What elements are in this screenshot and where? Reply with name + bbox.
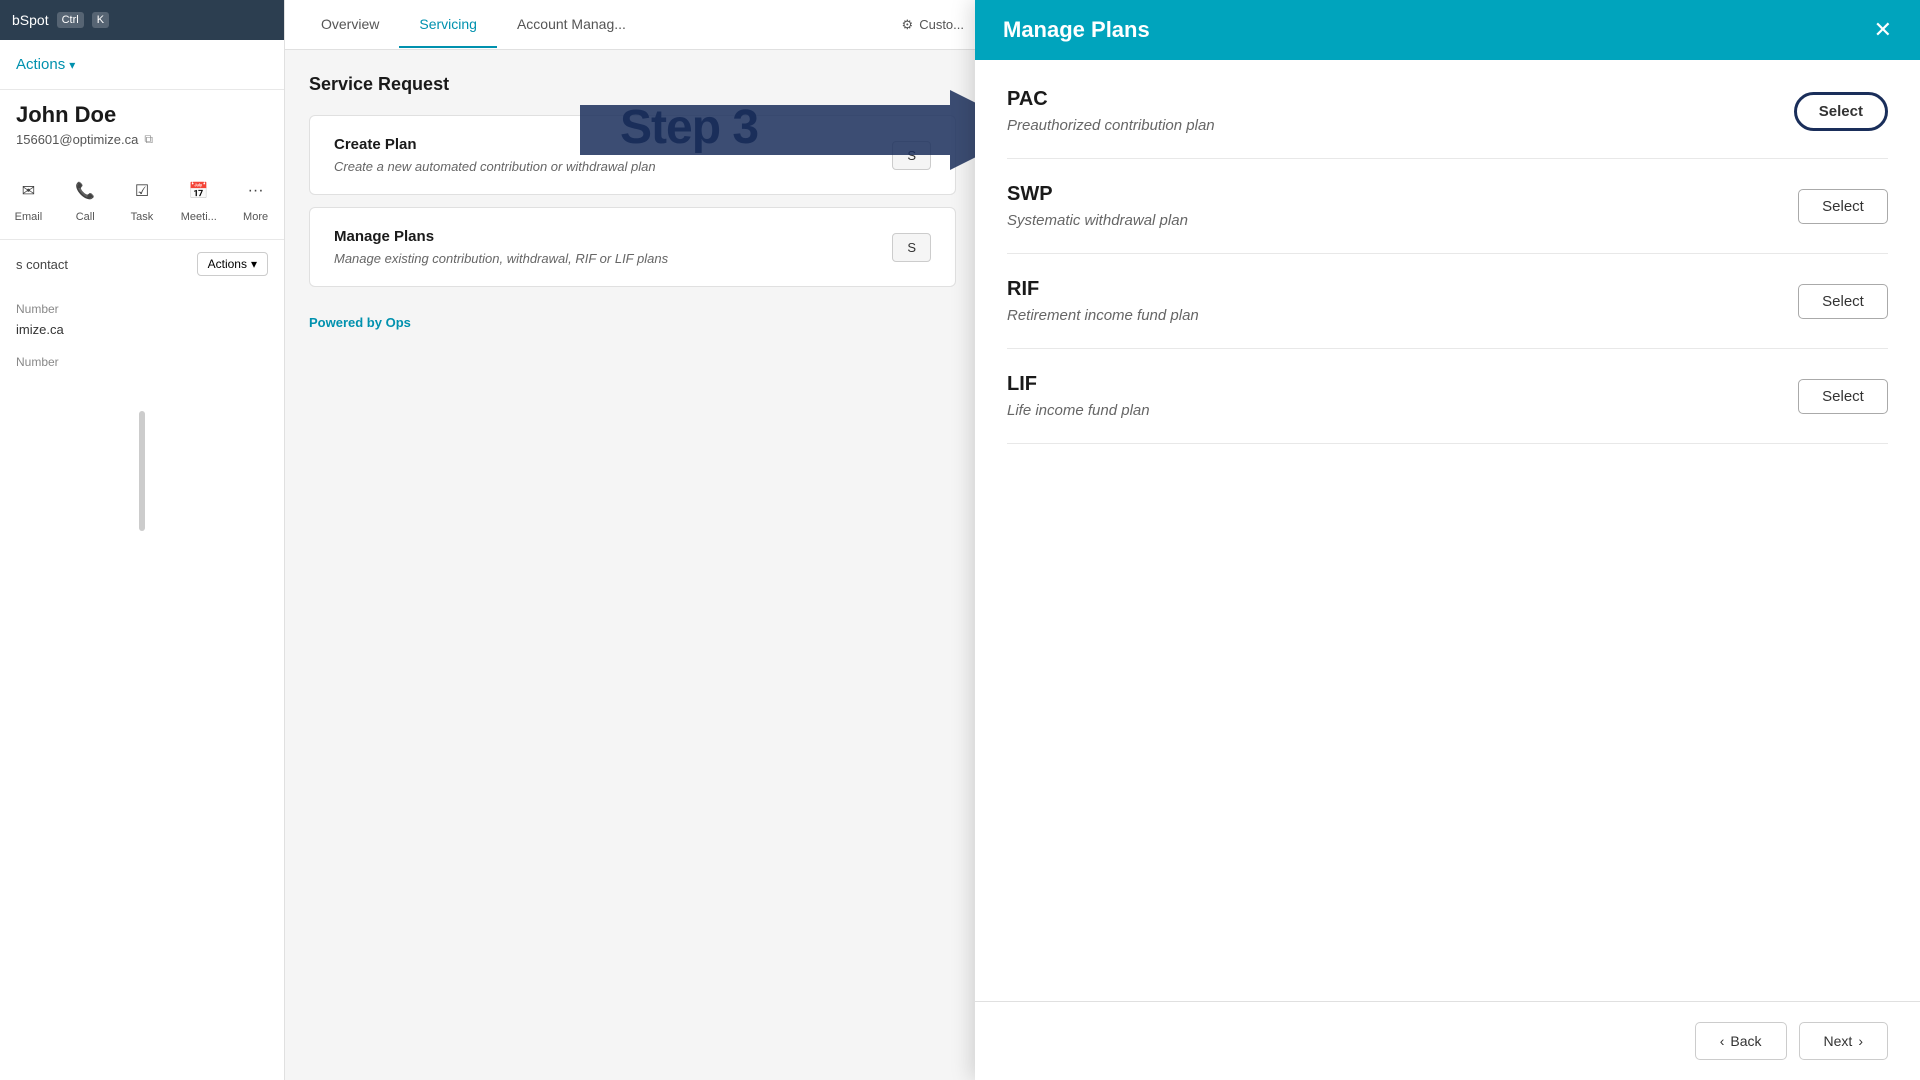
more-action[interactable]: ··· More (227, 167, 284, 231)
number-label: Number (0, 298, 284, 320)
rif-name: RIF (1007, 278, 1199, 301)
pac-select-button[interactable]: Select (1794, 92, 1888, 131)
manage-plans-panel: Manage Plans ✕ PAC Preauthorized contrib… (975, 0, 1920, 1080)
customize-button[interactable]: ⚙ Custo... (902, 17, 964, 33)
pac-name: PAC (1007, 88, 1215, 111)
plan-item-rif: RIF Retirement income fund plan Select (1007, 254, 1888, 349)
tabs-bar: Overview Servicing Account Manag... ⚙ Cu… (285, 0, 980, 50)
tab-account-manager[interactable]: Account Manag... (497, 2, 646, 48)
panel-header: Manage Plans ✕ (975, 0, 1920, 60)
actions-small-button[interactable]: Actions ▾ (197, 252, 268, 276)
email-action[interactable]: ✉ Email (0, 167, 57, 231)
panel-footer: ‹ Back Next › (975, 1001, 1920, 1080)
more-icon: ··· (240, 175, 272, 207)
chevron-right-icon: › (1858, 1033, 1863, 1049)
kbd2: K (92, 12, 109, 28)
actions-button[interactable]: Actions (16, 56, 75, 73)
meeting-action[interactable]: 📅 Meeti... (170, 167, 227, 231)
create-plan-title: Create Plan (334, 136, 656, 153)
close-button[interactable]: ✕ (1874, 19, 1892, 41)
meeting-label: Meeti... (181, 211, 217, 223)
back-label: Back (1730, 1033, 1761, 1049)
create-plan-desc: Create a new automated contribution or w… (334, 159, 656, 174)
lif-desc: Life income fund plan (1007, 402, 1150, 419)
main-content: Overview Servicing Account Manag... ⚙ Cu… (285, 0, 980, 1080)
manage-plans-card: Manage Plans Manage existing contributio… (309, 207, 956, 287)
next-button[interactable]: Next › (1799, 1022, 1888, 1060)
call-label: Call (76, 211, 95, 223)
contact-name: John Doe (0, 90, 284, 132)
swp-desc: Systematic withdrawal plan (1007, 212, 1188, 229)
call-icon: 📞 (69, 175, 101, 207)
scroll-thumb[interactable] (139, 411, 145, 531)
title-bar: bSpot Ctrl K (0, 0, 284, 40)
create-plan-button[interactable]: S (892, 141, 931, 170)
rif-select-button[interactable]: Select (1798, 284, 1888, 319)
powered-by: Powered by Ops (309, 299, 956, 346)
app-name: bSpot (12, 12, 49, 28)
action-icons-bar: ✉ Email 📞 Call ☑ Task 📅 Meeti... ··· Mor… (0, 159, 284, 240)
task-label: Task (131, 211, 154, 223)
swp-select-button[interactable]: Select (1798, 189, 1888, 224)
sidebar-actions-area: Actions (0, 40, 284, 90)
manage-plans-desc: Manage existing contribution, withdrawal… (334, 251, 668, 266)
main-body: Service Request Create Plan Create a new… (285, 50, 980, 370)
plan-rif-info: RIF Retirement income fund plan (1007, 278, 1199, 324)
plan-item-pac: PAC Preauthorized contribution plan Sele… (1007, 88, 1888, 159)
actions-small-label: Actions (208, 257, 247, 271)
tab-servicing[interactable]: Servicing (399, 2, 497, 48)
copy-icon[interactable]: ⧉ (144, 132, 153, 147)
kbd1: Ctrl (57, 12, 84, 28)
email-icon: ✉ (12, 175, 44, 207)
rif-desc: Retirement income fund plan (1007, 307, 1199, 324)
ops-brand: Ops (386, 315, 411, 330)
plan-lif-info: LIF Life income fund plan (1007, 373, 1150, 419)
lif-name: LIF (1007, 373, 1150, 396)
sidebar: bSpot Ctrl K Actions John Doe 156601@opt… (0, 0, 285, 1080)
section-title: Service Request (309, 74, 956, 95)
contact-section: s contact Actions ▾ (0, 240, 284, 298)
manage-plans-title: Manage Plans (334, 228, 668, 245)
panel-title: Manage Plans (1003, 17, 1150, 43)
back-button[interactable]: ‹ Back (1695, 1022, 1787, 1060)
swp-name: SWP (1007, 183, 1188, 206)
chevron-left-icon: ‹ (1720, 1033, 1725, 1049)
manage-plans-button[interactable]: S (892, 233, 931, 262)
gear-icon: ⚙ (902, 17, 914, 33)
create-plan-card-left: Create Plan Create a new automated contr… (334, 136, 656, 174)
plan-item-lif: LIF Life income fund plan Select (1007, 349, 1888, 444)
website: imize.ca (0, 320, 284, 339)
tab-overview[interactable]: Overview (301, 2, 399, 48)
create-plan-card: Create Plan Create a new automated contr… (309, 115, 956, 195)
plan-pac-info: PAC Preauthorized contribution plan (1007, 88, 1215, 134)
task-action[interactable]: ☑ Task (114, 167, 171, 231)
plan-swp-info: SWP Systematic withdrawal plan (1007, 183, 1188, 229)
task-icon: ☑ (126, 175, 158, 207)
contact-section-title: s contact (16, 257, 68, 272)
call-action[interactable]: 📞 Call (57, 167, 114, 231)
panel-body: PAC Preauthorized contribution plan Sele… (975, 60, 1920, 1001)
email-label: Email (15, 211, 43, 223)
more-label: More (243, 211, 268, 223)
contact-section-header: s contact Actions ▾ (16, 252, 268, 276)
lif-select-button[interactable]: Select (1798, 379, 1888, 414)
contact-email: 156601@optimize.ca ⧉ (0, 132, 284, 159)
pac-desc: Preauthorized contribution plan (1007, 117, 1215, 134)
phone-number-label: Number (0, 339, 284, 371)
chevron-down-icon: ▾ (251, 257, 257, 271)
customize-label: Custo... (919, 17, 964, 32)
next-label: Next (1824, 1033, 1853, 1049)
plan-item-swp: SWP Systematic withdrawal plan Select (1007, 159, 1888, 254)
meeting-icon: 📅 (183, 175, 215, 207)
manage-plans-card-left: Manage Plans Manage existing contributio… (334, 228, 668, 266)
